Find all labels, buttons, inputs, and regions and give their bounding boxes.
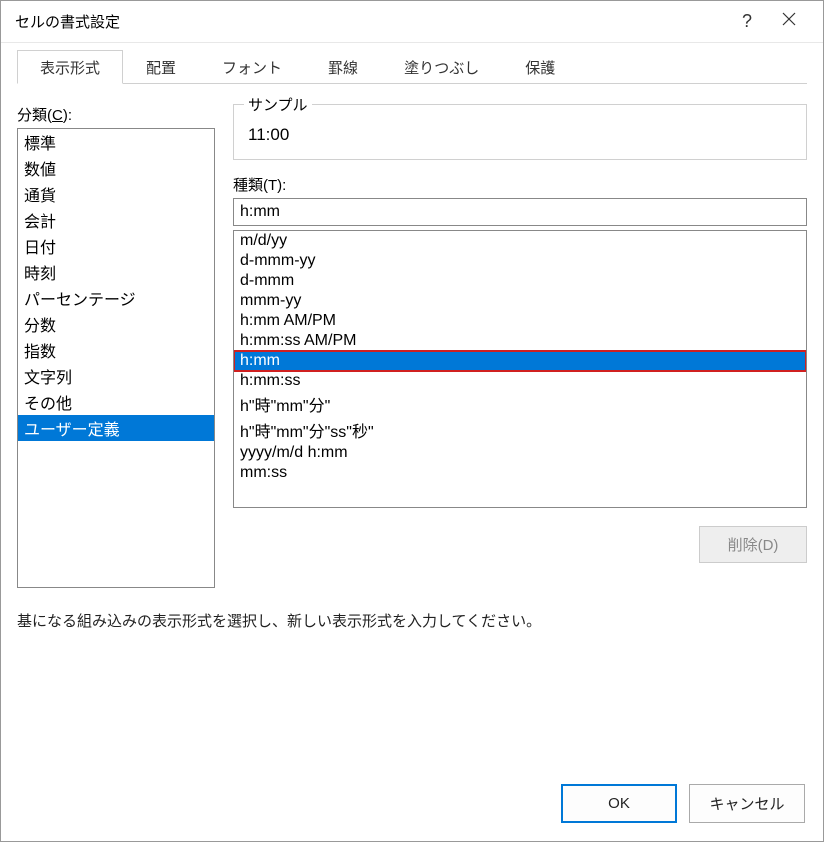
category-item[interactable]: 会計 <box>18 207 214 233</box>
close-icon <box>782 12 796 26</box>
type-item[interactable]: mm:ss <box>234 463 806 483</box>
category-item[interactable]: 指数 <box>18 337 214 363</box>
tab-bar: 表示形式配置フォント罫線塗りつぶし保護 <box>17 49 807 84</box>
ok-button[interactable]: OK <box>561 784 677 823</box>
type-item[interactable]: h"時"mm"分"ss"秒" <box>234 417 806 443</box>
category-item[interactable]: パーセンテージ <box>18 285 214 311</box>
titlebar: セルの書式設定 ? <box>1 1 823 43</box>
sample-value: 11:00 <box>248 125 792 145</box>
sample-legend: サンプル <box>244 94 312 115</box>
tab-3[interactable]: 罫線 <box>305 50 381 84</box>
delete-row: 削除(D) <box>233 526 807 563</box>
dialog-footer: OK キャンセル <box>1 768 823 841</box>
details-column: サンプル 11:00 種類(T): m/d/yyd-mmm-yyd-mmmmmm… <box>233 104 807 588</box>
tab-1[interactable]: 配置 <box>123 50 199 84</box>
type-item[interactable]: h:mm:ss <box>234 371 806 391</box>
type-item[interactable]: mmm-yy <box>234 291 806 311</box>
category-item[interactable]: 標準 <box>18 129 214 155</box>
dialog-body: 表示形式配置フォント罫線塗りつぶし保護 分類(C): 標準数値通貨会計日付時刻パ… <box>1 43 823 768</box>
category-item[interactable]: その他 <box>18 389 214 415</box>
category-item[interactable]: ユーザー定義 <box>18 415 214 441</box>
hint-text: 基になる組み込みの表示形式を選択し、新しい表示形式を入力してください。 <box>17 610 807 631</box>
close-button[interactable] <box>767 10 811 34</box>
category-item[interactable]: 通貨 <box>18 181 214 207</box>
dialog-title: セルの書式設定 <box>15 11 727 32</box>
type-item[interactable]: h:mm <box>234 351 806 371</box>
category-item[interactable]: 日付 <box>18 233 214 259</box>
category-item[interactable]: 時刻 <box>18 259 214 285</box>
type-item[interactable]: d-mmm <box>234 271 806 291</box>
type-item[interactable]: h"時"mm"分" <box>234 391 806 417</box>
category-list[interactable]: 標準数値通貨会計日付時刻パーセンテージ分数指数文字列その他ユーザー定義 <box>17 128 215 588</box>
category-column: 分類(C): 標準数値通貨会計日付時刻パーセンテージ分数指数文字列その他ユーザー… <box>17 104 215 588</box>
category-item[interactable]: 文字列 <box>18 363 214 389</box>
category-label: 分類(C): <box>17 104 215 125</box>
type-item[interactable]: h:mm AM/PM <box>234 311 806 331</box>
category-item[interactable]: 分数 <box>18 311 214 337</box>
content: 分類(C): 標準数値通貨会計日付時刻パーセンテージ分数指数文字列その他ユーザー… <box>17 104 807 588</box>
tab-0[interactable]: 表示形式 <box>17 50 123 84</box>
tab-5[interactable]: 保護 <box>502 50 578 84</box>
help-button[interactable]: ? <box>727 11 767 32</box>
format-cells-dialog: セルの書式設定 ? 表示形式配置フォント罫線塗りつぶし保護 分類(C): 標準数… <box>0 0 824 842</box>
tab-2[interactable]: フォント <box>199 50 305 84</box>
type-list[interactable]: m/d/yyd-mmm-yyd-mmmmmm-yyh:mm AM/PMh:mm:… <box>233 230 807 508</box>
type-item[interactable]: h:mm:ss AM/PM <box>234 331 806 351</box>
type-label: 種類(T): <box>233 174 807 195</box>
delete-button[interactable]: 削除(D) <box>699 526 807 563</box>
type-item[interactable]: d-mmm-yy <box>234 251 806 271</box>
type-input[interactable] <box>233 198 807 226</box>
tab-4[interactable]: 塗りつぶし <box>381 50 502 84</box>
type-item[interactable]: m/d/yy <box>234 231 806 251</box>
cancel-button[interactable]: キャンセル <box>689 784 805 823</box>
type-item[interactable]: yyyy/m/d h:mm <box>234 443 806 463</box>
category-item[interactable]: 数値 <box>18 155 214 181</box>
sample-group: サンプル 11:00 <box>233 104 807 160</box>
